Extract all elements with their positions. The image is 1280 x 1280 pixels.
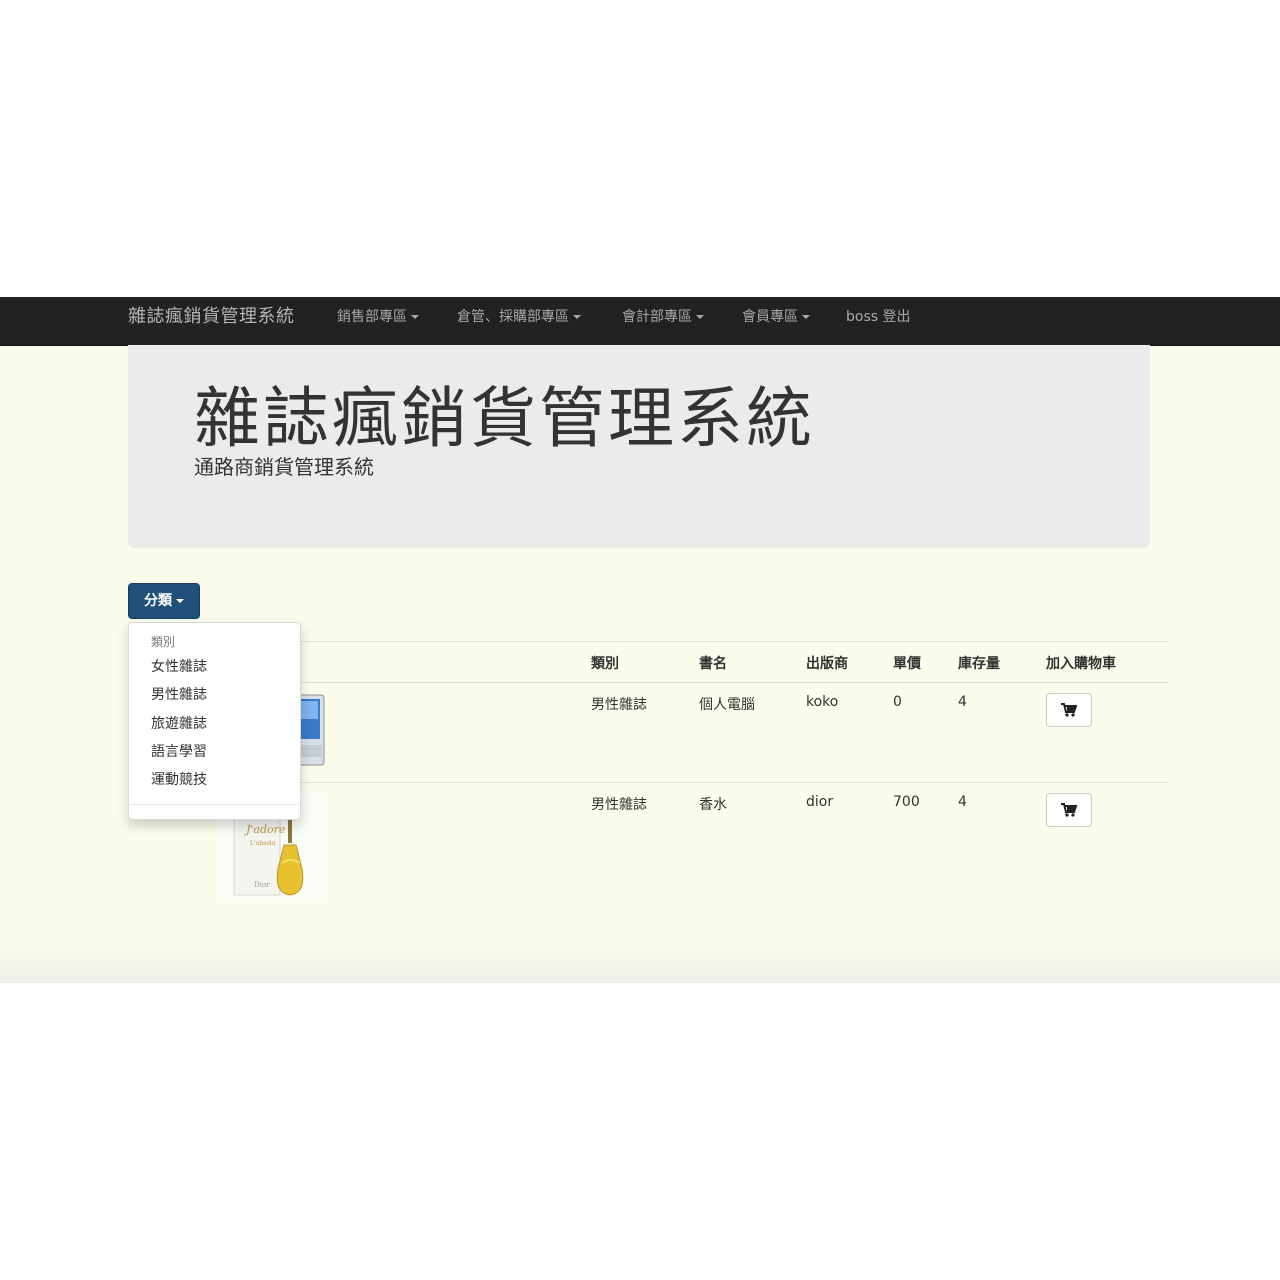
page-title: 雜誌瘋銷貨管理系統 xyxy=(194,380,815,457)
row1-add-to-cart-button[interactable] xyxy=(1046,693,1092,727)
row2-add-to-cart-button[interactable] xyxy=(1046,793,1092,827)
dropdown-divider xyxy=(130,804,299,805)
nav-member-label: 會員專區 xyxy=(742,309,798,325)
jumbotron: 雜誌瘋銷貨管理系統 通路商銷貨管理系統 xyxy=(128,345,1150,548)
dropdown-header: 類別 xyxy=(151,635,176,649)
nav-logout-label: boss 登出 xyxy=(846,309,911,325)
row2-category: 男性雜誌 xyxy=(591,797,647,813)
column-header-title: 書名 xyxy=(699,656,727,672)
nav-sales-menu[interactable]: 銷售部專區 xyxy=(337,297,419,345)
caret-down-icon xyxy=(573,315,581,319)
nav-warehouse-label: 倉管、採購部專區 xyxy=(457,309,569,325)
row1-title: 個人電腦 xyxy=(699,697,755,713)
row2-title: 香水 xyxy=(699,797,727,813)
caret-down-icon xyxy=(696,315,704,319)
category-dropdown-button[interactable]: 分類 xyxy=(128,583,200,619)
category-dropdown-menu: 類別 女性雜誌 男性雜誌 旅遊雜誌 語言學習 運動競技 xyxy=(128,622,301,820)
svg-text:J'adore: J'adore xyxy=(244,823,286,836)
dropdown-item-womens-magazine[interactable]: 女性雜誌 xyxy=(129,654,300,680)
column-header-add-to-cart: 加入購物車 xyxy=(1046,656,1116,672)
nav-sales-label: 銷售部專區 xyxy=(337,309,407,325)
row1-stock: 4 xyxy=(958,694,967,710)
column-header-category: 類別 xyxy=(591,656,619,672)
dropdown-item-sports[interactable]: 運動競技 xyxy=(129,767,300,793)
navbar-brand[interactable]: 雜誌瘋銷貨管理系統 xyxy=(128,297,295,345)
row2-publisher: dior xyxy=(806,794,834,810)
row2-stock: 4 xyxy=(958,794,967,810)
column-header-stock: 庫存量 xyxy=(958,656,1000,672)
nav-warehouse-menu[interactable]: 倉管、採購部專區 xyxy=(457,297,581,345)
dropdown-item-travel-magazine[interactable]: 旅遊雜誌 xyxy=(129,711,300,737)
top-navbar: 雜誌瘋銷貨管理系統 銷售部專區 倉管、採購部專區 會計部專區 會員專區 boss… xyxy=(0,297,1280,346)
caret-down-icon xyxy=(411,315,419,319)
caret-down-icon xyxy=(802,315,810,319)
svg-text:L'absolu: L'absolu xyxy=(250,840,276,847)
svg-text:Dior: Dior xyxy=(254,881,270,889)
caret-down-icon xyxy=(176,599,184,603)
column-header-price: 單價 xyxy=(893,656,921,672)
nav-logout-link[interactable]: boss 登出 xyxy=(846,297,911,345)
nav-member-menu[interactable]: 會員專區 xyxy=(742,297,810,345)
column-header-publisher: 出版商 xyxy=(806,656,848,672)
nav-accounting-menu[interactable]: 會計部專區 xyxy=(622,297,704,345)
page-subtitle: 通路商銷貨管理系統 xyxy=(194,455,374,479)
nav-accounting-label: 會計部專區 xyxy=(622,309,692,325)
category-button-label: 分類 xyxy=(144,593,172,609)
dropdown-item-language-learning[interactable]: 語言學習 xyxy=(129,739,300,765)
row1-category: 男性雜誌 xyxy=(591,697,647,713)
row2-price: 700 xyxy=(893,794,920,810)
cart-icon xyxy=(1061,803,1078,817)
dropdown-item-mens-magazine[interactable]: 男性雜誌 xyxy=(129,682,300,708)
row1-price: 0 xyxy=(893,694,902,710)
app-viewport: 雜誌瘋銷貨管理系統 銷售部專區 倉管、採購部專區 會計部專區 會員專區 boss… xyxy=(0,297,1280,983)
row1-publisher: koko xyxy=(806,694,839,710)
cart-icon xyxy=(1061,703,1078,717)
